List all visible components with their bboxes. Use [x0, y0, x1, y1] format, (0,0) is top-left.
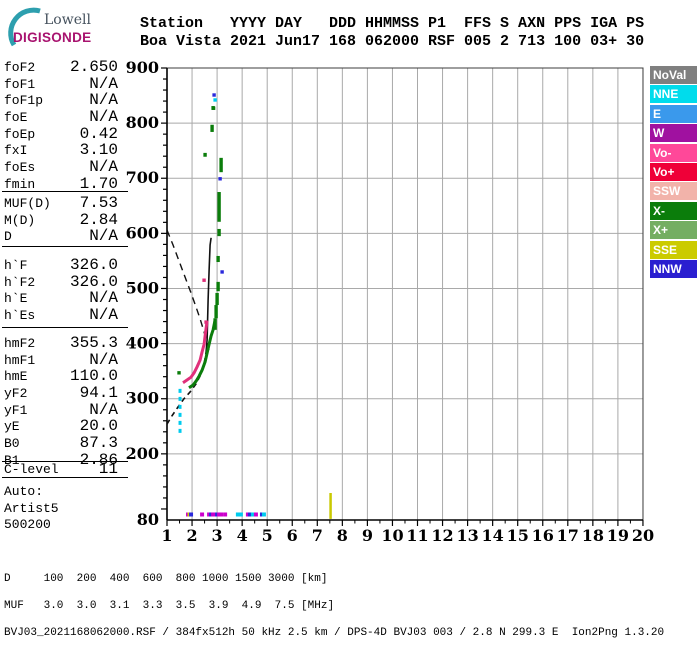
spread-echo — [217, 228, 221, 237]
ionogram-plot: 900800700600500400300200801 2 3 4 5 6 7 8 9 10 11 1… — [126, 58, 654, 545]
spread-echo — [216, 281, 220, 292]
muf-row: MUF 3.0 3.0 3.1 3.3 3.5 3.9 4.9 7.5 [MHz… — [4, 599, 335, 612]
bottom-marker — [189, 512, 194, 517]
spread-echo — [216, 255, 220, 263]
legend-item-w: W — [650, 124, 697, 143]
x-tick-label: 10 — [381, 526, 403, 545]
legend-item-nne: NNE — [650, 85, 697, 104]
bottom-marker — [261, 512, 266, 517]
x-tick-label: 17 — [557, 526, 579, 545]
y-tick-label: 500 — [126, 278, 159, 297]
y-tick-label: 600 — [126, 223, 159, 242]
x-tick-label: 5 — [262, 526, 273, 545]
plot-frame — [166, 67, 644, 521]
legend-item-ssw: SSW — [650, 182, 697, 201]
x-tick-label: 2 — [186, 526, 197, 545]
spread-echo — [203, 152, 207, 157]
bottom-marker — [223, 512, 228, 517]
x-tick-label: 12 — [431, 526, 453, 545]
legend-item-vo: Vo- — [650, 143, 697, 162]
echo-point — [211, 106, 216, 110]
legend-item-vo: Vo+ — [650, 162, 697, 181]
footer: D 100 200 400 600 800 1000 1500 3000 [km… — [4, 559, 664, 654]
bottom-marker — [200, 512, 205, 517]
spread-echo — [217, 192, 221, 222]
echo-point — [177, 371, 181, 375]
x-tick-label: 16 — [532, 526, 554, 545]
y-corner-label: 80 — [137, 510, 159, 529]
x-tick-label: 18 — [582, 526, 604, 545]
y-tick-label: 200 — [126, 444, 159, 463]
legend-item-x: X- — [650, 201, 697, 220]
x-tick-label: 14 — [482, 526, 504, 545]
bottom-marker — [219, 512, 224, 517]
echo-point — [204, 320, 208, 324]
y-tick-label: 700 — [126, 168, 159, 187]
spread-echo — [215, 292, 219, 306]
y-tick-label: 300 — [126, 389, 159, 408]
x-tick-label: 19 — [607, 526, 629, 545]
legend-item-nnw: NNW — [650, 259, 697, 278]
x-tick-label: 4 — [237, 526, 248, 545]
o-mode-trace — [182, 320, 209, 384]
legend-item-sse: SSE — [650, 240, 697, 259]
spread-echo — [214, 305, 218, 319]
x-tick-label: 11 — [406, 526, 428, 545]
distance-row: D 100 200 400 600 800 1000 1500 3000 [km… — [4, 572, 328, 585]
x-tick-label: 15 — [507, 526, 529, 545]
x-tick-label: 20 — [632, 526, 654, 545]
x-tick-label: 8 — [337, 526, 348, 545]
echo-point — [218, 177, 222, 181]
bottom-marker — [253, 512, 258, 517]
echo-point — [220, 270, 224, 274]
echo-point — [202, 278, 206, 282]
legend-item-noval: NoVal — [650, 66, 697, 84]
x-tick-label: 6 — [287, 526, 298, 545]
legend-item-e: E — [650, 104, 697, 123]
color-legend: NoVal NNE E W Vo- Vo+ SSW X- X+ SSE NNW — [650, 66, 697, 279]
spread-echo — [213, 318, 217, 330]
file-info: BVJ03_2021168062000.RSF / 384fx512h 50 k… — [4, 626, 665, 639]
y-tick-label: 900 — [126, 58, 159, 77]
x-tick-label: 13 — [456, 526, 478, 545]
y-tick-label: 400 — [126, 334, 159, 353]
echo-point — [213, 98, 217, 102]
spread-echo — [210, 124, 214, 132]
legend-item-x: X+ — [650, 221, 697, 240]
y-tick-label: 800 — [126, 113, 159, 132]
slant-dashed-line — [166, 229, 210, 351]
spread-echo — [219, 157, 223, 173]
x-tick-label: 7 — [312, 526, 323, 545]
x-tick-label: 9 — [362, 526, 373, 545]
bottom-marker — [238, 512, 243, 517]
x-tick-label: 3 — [212, 526, 223, 545]
x-tick-label: 1 — [161, 526, 172, 545]
echo-point — [212, 93, 216, 97]
